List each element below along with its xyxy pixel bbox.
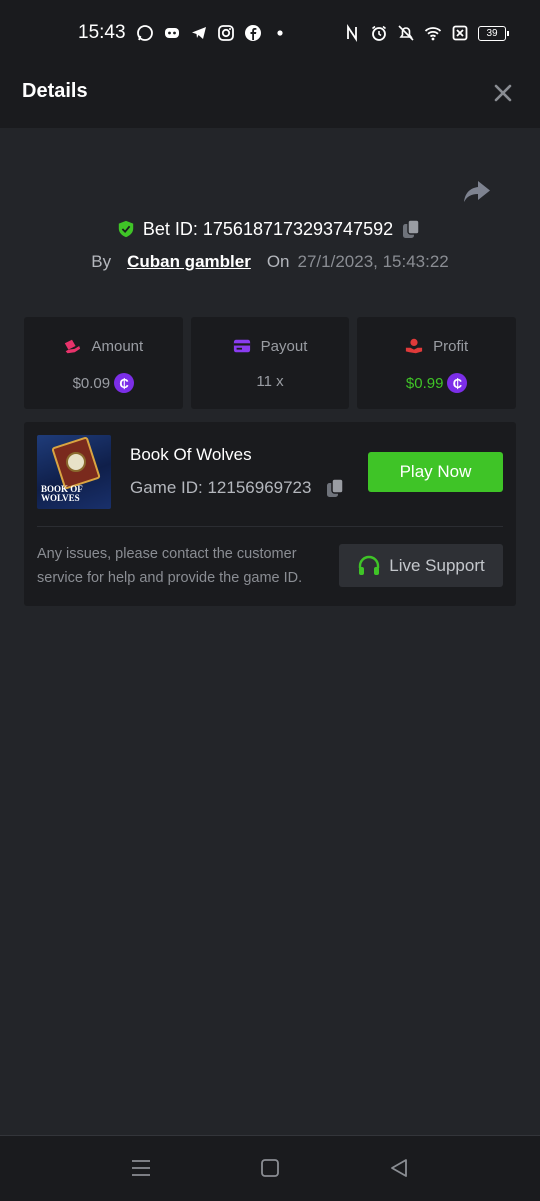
whatsapp-icon: [136, 24, 154, 42]
help-text: Any issues, please contact the customer …: [37, 546, 303, 586]
profit-label: Profit: [433, 337, 469, 355]
close-button[interactable]: [492, 82, 514, 104]
user-link[interactable]: Cuban gambler: [127, 252, 251, 272]
on-label: On: [266, 252, 290, 271]
discord-icon: [163, 24, 181, 42]
amount-card: Amount $0.09 ₵: [24, 317, 183, 409]
amount-value: $0.09: [72, 374, 111, 392]
telegram-icon: [190, 24, 208, 42]
share-icon: [464, 181, 490, 202]
home-icon: [261, 1159, 279, 1177]
play-now-button[interactable]: Play Now: [368, 452, 503, 492]
bet-id-row: Bet ID: 1756187173293747592: [0, 216, 540, 242]
wifi-icon: [424, 24, 442, 42]
back-icon: [391, 1159, 407, 1177]
mute-icon: [397, 24, 415, 42]
system-nav-bar: [0, 1135, 540, 1201]
details-header: Details: [0, 56, 540, 128]
coin-icon: ₵: [447, 373, 468, 393]
profit-icon: [405, 337, 423, 355]
instagram-icon: [217, 24, 235, 42]
status-bar: 15:43 39: [0, 0, 540, 56]
dot-icon: [271, 24, 289, 42]
live-support-button[interactable]: Live Support: [339, 544, 503, 587]
recents-button[interactable]: [130, 1157, 152, 1179]
bet-date: 27/1/2023, 15:43:22: [297, 252, 449, 271]
page-title: Details: [22, 80, 88, 102]
copy-game-id-icon[interactable]: [325, 477, 347, 499]
eye-art: [66, 452, 86, 472]
bet-stats: Amount $0.09 ₵ Payout 11 x Profit $0.99 …: [24, 317, 517, 409]
sim-x-icon: [451, 24, 469, 42]
headset-icon: [357, 554, 381, 578]
copy-bet-id-icon[interactable]: [401, 218, 423, 240]
close-icon: [494, 84, 512, 102]
divider: [37, 526, 503, 527]
notification-icons: [136, 24, 289, 42]
menu-icon: [132, 1160, 150, 1176]
share-button[interactable]: [462, 178, 492, 206]
alarm-icon: [370, 24, 388, 42]
amount-icon: [63, 337, 81, 355]
bet-id: Bet ID: 1756187173293747592: [142, 218, 394, 239]
coin-icon: ₵: [114, 373, 135, 393]
live-support-label: Live Support: [389, 555, 485, 575]
game-id: Game ID: 12156969723: [130, 478, 312, 497]
battery-indicator: 39: [478, 25, 509, 41]
game-name: Book Of Wolves: [130, 445, 252, 464]
card-icon: [233, 337, 251, 355]
facebook-icon: [244, 24, 262, 42]
payout-card: Payout 11 x: [190, 317, 350, 409]
payout-value: 11 x: [256, 373, 284, 390]
payout-label: Payout: [260, 337, 308, 355]
amount-label: Amount: [91, 337, 144, 355]
back-button[interactable]: [388, 1157, 410, 1179]
game-thumbnail[interactable]: BOOK OF WOLVES: [37, 435, 111, 509]
game-card: BOOK OF WOLVES Book Of Wolves Game ID: 1…: [24, 422, 516, 606]
bet-author-row: By Cuban gambler On 27/1/2023, 15:43:22: [0, 250, 540, 274]
system-icons: 39: [343, 24, 509, 42]
nfc-icon: [343, 24, 361, 42]
game-id-row: Game ID: 12156969723: [130, 477, 347, 499]
by-label: By: [91, 252, 112, 271]
profit-card: Profit $0.99 ₵: [357, 317, 517, 409]
status-time: 15:43: [78, 22, 126, 43]
verified-shield-icon: [117, 220, 135, 238]
profit-value: $0.99: [405, 374, 444, 392]
thumbnail-logo: BOOK OF WOLVES: [41, 484, 83, 503]
home-button[interactable]: [259, 1157, 281, 1179]
